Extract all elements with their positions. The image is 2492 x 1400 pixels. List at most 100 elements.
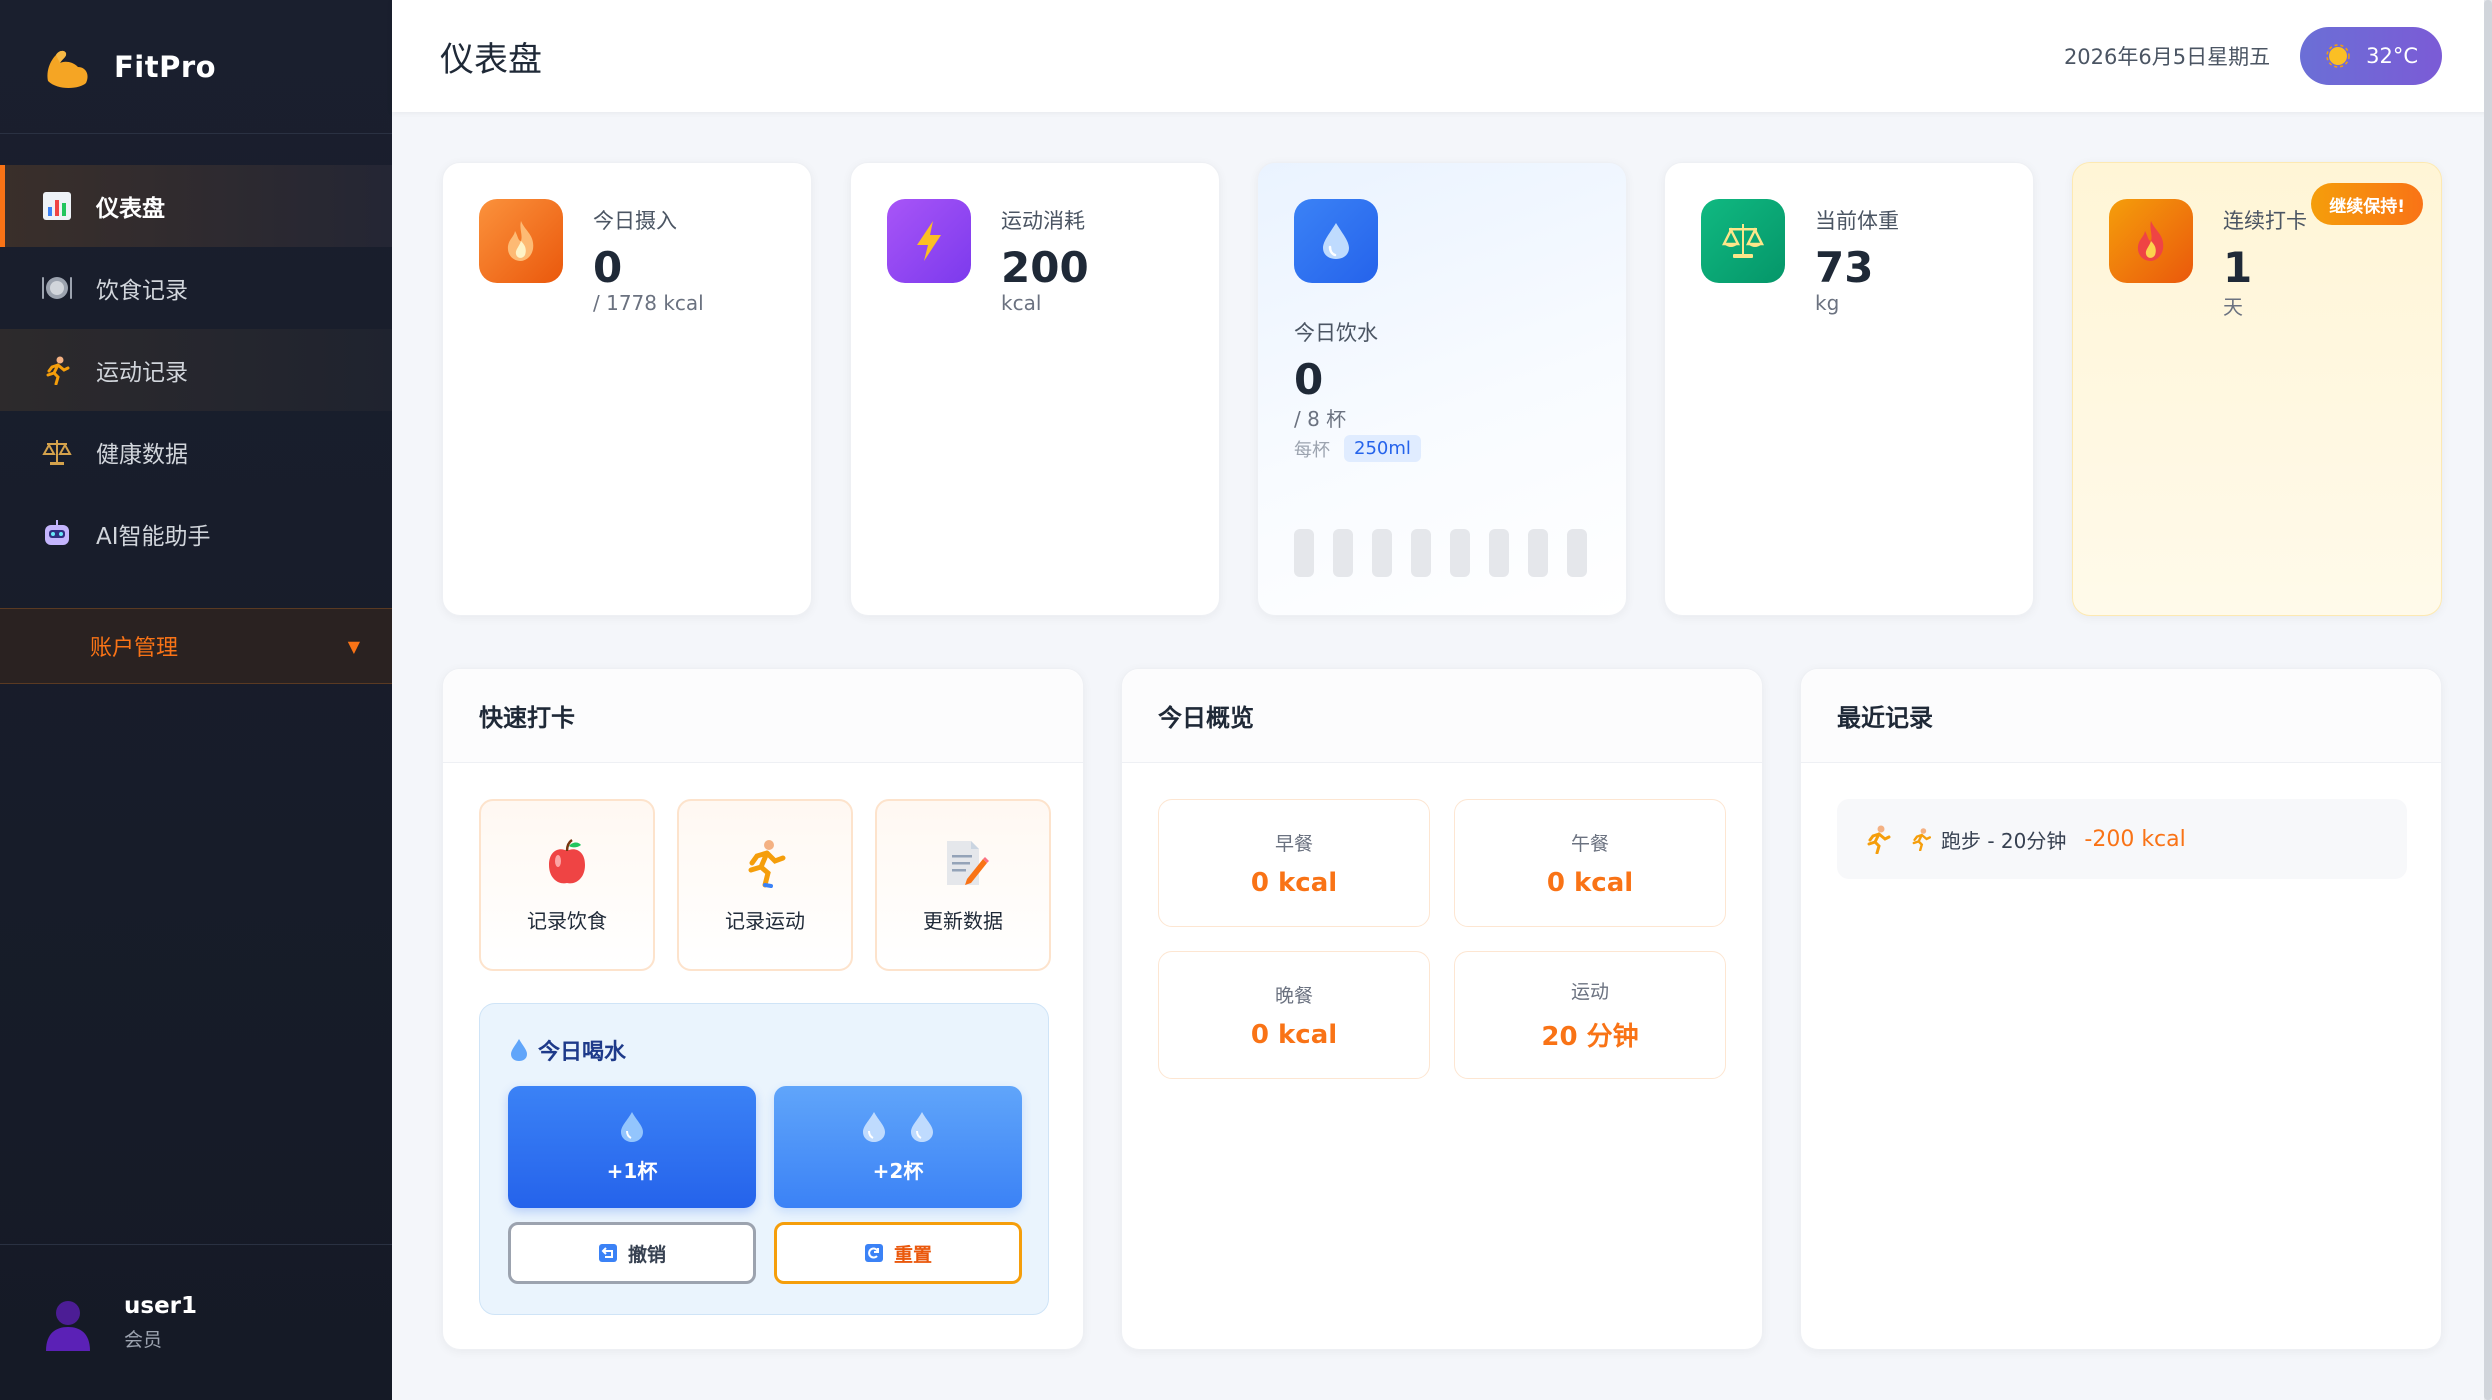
sidebar-item-exercise[interactable]: 运动记录 xyxy=(0,329,392,411)
stat-card-intake: 今日摄入 0 / 1778 kcal xyxy=(442,162,812,616)
fire-icon xyxy=(479,199,563,283)
plate-icon xyxy=(40,271,74,305)
water-cup[interactable] xyxy=(1567,529,1587,577)
overview-label: 晚餐 xyxy=(1274,984,1313,1007)
user-name: user1 xyxy=(124,1293,198,1319)
memo-icon xyxy=(947,840,989,885)
overview-lunch: 午餐 0 kcal xyxy=(1454,799,1726,927)
undo-label: 撤销 xyxy=(627,1243,666,1266)
stat-value: 200 xyxy=(1001,243,1089,292)
today-overview-panel: 今日概览 早餐 0 kcal 午餐 0 kcal 晚餐 0 kcal 运动 20… xyxy=(1121,668,1763,1350)
sun-icon xyxy=(2326,44,2350,68)
sidebar-item-label: 仪表盘 xyxy=(96,196,165,222)
sidebar-item-health[interactable]: 健康数据 xyxy=(0,411,392,493)
account-management-toggle[interactable]: 账户管理 ▼ xyxy=(0,608,392,684)
stat-value: 0 xyxy=(1294,355,1324,404)
overview-dinner: 晚餐 0 kcal xyxy=(1158,951,1430,1079)
runner-icon xyxy=(40,353,74,387)
overview-value: 0 kcal xyxy=(1250,867,1338,898)
sidebar-item-label: 健康数据 xyxy=(96,442,188,468)
record-kcal: -200 kcal xyxy=(2084,826,2186,852)
apple-icon xyxy=(549,838,585,883)
water-cup[interactable] xyxy=(1333,529,1353,577)
sidebar-item-ai[interactable]: AI智能助手 xyxy=(0,493,392,575)
quick-action-label: 记录饮食 xyxy=(527,908,607,933)
water-cup[interactable] xyxy=(1489,529,1509,577)
list-item[interactable]: 跑步 - 20分钟 -200 kcal xyxy=(1837,799,2407,879)
water-checkin-title: 今日喝水 xyxy=(510,1034,626,1066)
water-checkin-label: 今日喝水 xyxy=(538,1040,627,1065)
sidebar-item-diet[interactable]: 饮食记录 xyxy=(0,247,392,329)
bar-chart-icon xyxy=(40,189,74,223)
overview-label: 早餐 xyxy=(1274,832,1313,855)
water-drop-icon xyxy=(1294,199,1378,283)
per-cup-info: 每杯 250ml xyxy=(1294,435,1421,462)
water-cup[interactable] xyxy=(1411,529,1431,577)
stat-value: 0 xyxy=(593,243,623,292)
stat-label: 连续打卡 xyxy=(2223,209,2307,233)
sidebar-nav: 仪表盘 饮食记录 运动记录 健康数据 AI智能助手 xyxy=(0,165,392,575)
user-role: 会员 xyxy=(124,1329,163,1351)
per-cup-value: 250ml xyxy=(1344,435,1421,462)
water-drop-icon xyxy=(621,1111,643,1142)
overview-label: 午餐 xyxy=(1570,832,1609,855)
water-cup[interactable] xyxy=(1294,529,1314,577)
sidebar-item-label: AI智能助手 xyxy=(96,524,211,550)
overview-breakfast: 早餐 0 kcal xyxy=(1158,799,1430,927)
overview-label: 运动 xyxy=(1570,981,1609,1003)
stat-value: 1 xyxy=(2223,243,2253,292)
scale-icon xyxy=(1701,199,1785,283)
add-one-cup-button[interactable]: +1杯 xyxy=(508,1086,756,1208)
log-exercise-button[interactable]: 记录运动 xyxy=(677,799,853,971)
runner-icon xyxy=(748,839,786,888)
fire-icon xyxy=(2109,199,2193,283)
quick-action-label: 更新数据 xyxy=(923,908,1003,933)
page-scrollbar[interactable] xyxy=(2484,0,2492,1400)
update-data-button[interactable]: 更新数据 xyxy=(875,799,1051,971)
sidebar-item-dashboard[interactable]: 仪表盘 xyxy=(0,165,392,247)
water-cup[interactable] xyxy=(1372,529,1392,577)
user-profile[interactable]: user1 会员 xyxy=(0,1244,392,1400)
water-cup[interactable] xyxy=(1528,529,1548,577)
water-checkin-box: 今日喝水 +1杯 +2杯 撤销 重置 xyxy=(479,1003,1049,1315)
panel-title: 最近记录 xyxy=(1801,669,2441,763)
add-one-cup-label: +1杯 xyxy=(606,1158,658,1183)
reset-label: 重置 xyxy=(893,1243,932,1266)
quick-actions: 记录饮食 记录运动 更新数据 xyxy=(479,799,1051,971)
add-two-cups-button[interactable]: +2杯 xyxy=(774,1086,1022,1208)
per-cup-label: 每杯 xyxy=(1294,439,1330,461)
stat-card-streak: 连续打卡 1 天 继续保持! xyxy=(2072,162,2442,616)
water-cups-tracker xyxy=(1294,529,1587,577)
stat-unit: 天 xyxy=(2223,295,2243,319)
scale-icon xyxy=(40,435,74,469)
current-date: 2026年6月5日星期五 xyxy=(2063,45,2271,69)
stat-value: 73 xyxy=(1815,243,1874,292)
stat-label: 运动消耗 xyxy=(1001,209,1085,233)
sidebar-item-label: 运动记录 xyxy=(96,360,188,386)
flexed-arm-icon xyxy=(47,50,88,88)
log-diet-button[interactable]: 记录饮食 xyxy=(479,799,655,971)
overview-value: 0 kcal xyxy=(1546,867,1634,898)
water-drop-icon xyxy=(911,1111,933,1142)
stat-label: 今日摄入 xyxy=(593,209,677,233)
quick-action-label: 记录运动 xyxy=(725,908,805,933)
lightning-icon xyxy=(887,199,971,283)
runner-icon xyxy=(1912,828,1931,851)
scrollbar-thumb[interactable] xyxy=(2484,0,2492,1400)
brand[interactable]: FitPro xyxy=(0,0,392,134)
page-title: 仪表盘 xyxy=(440,39,542,80)
streak-badge: 继续保持! xyxy=(2311,183,2423,225)
add-two-cups-label: +2杯 xyxy=(872,1158,924,1183)
stat-card-water: 今日饮水 0 / 8 杯 每杯 250ml xyxy=(1257,162,1627,616)
undo-icon xyxy=(598,1244,617,1262)
panel-title: 今日概览 xyxy=(1122,669,1762,763)
water-cup[interactable] xyxy=(1450,529,1470,577)
reset-button[interactable]: 重置 xyxy=(774,1222,1022,1284)
sidebar: FitPro 仪表盘 饮食记录 运动记录 健康数据 AI智能助手 账户管理 ▼ … xyxy=(0,0,392,1400)
overview-grid: 早餐 0 kcal 午餐 0 kcal 晚餐 0 kcal 运动 20 分钟 xyxy=(1158,799,1726,1079)
weather-badge[interactable]: 32°C xyxy=(2300,27,2442,85)
stat-label: 今日饮水 xyxy=(1294,321,1378,345)
undo-button[interactable]: 撤销 xyxy=(508,1222,756,1284)
stat-unit: kg xyxy=(1815,291,1840,315)
stat-unit: / 8 杯 xyxy=(1294,407,1347,431)
